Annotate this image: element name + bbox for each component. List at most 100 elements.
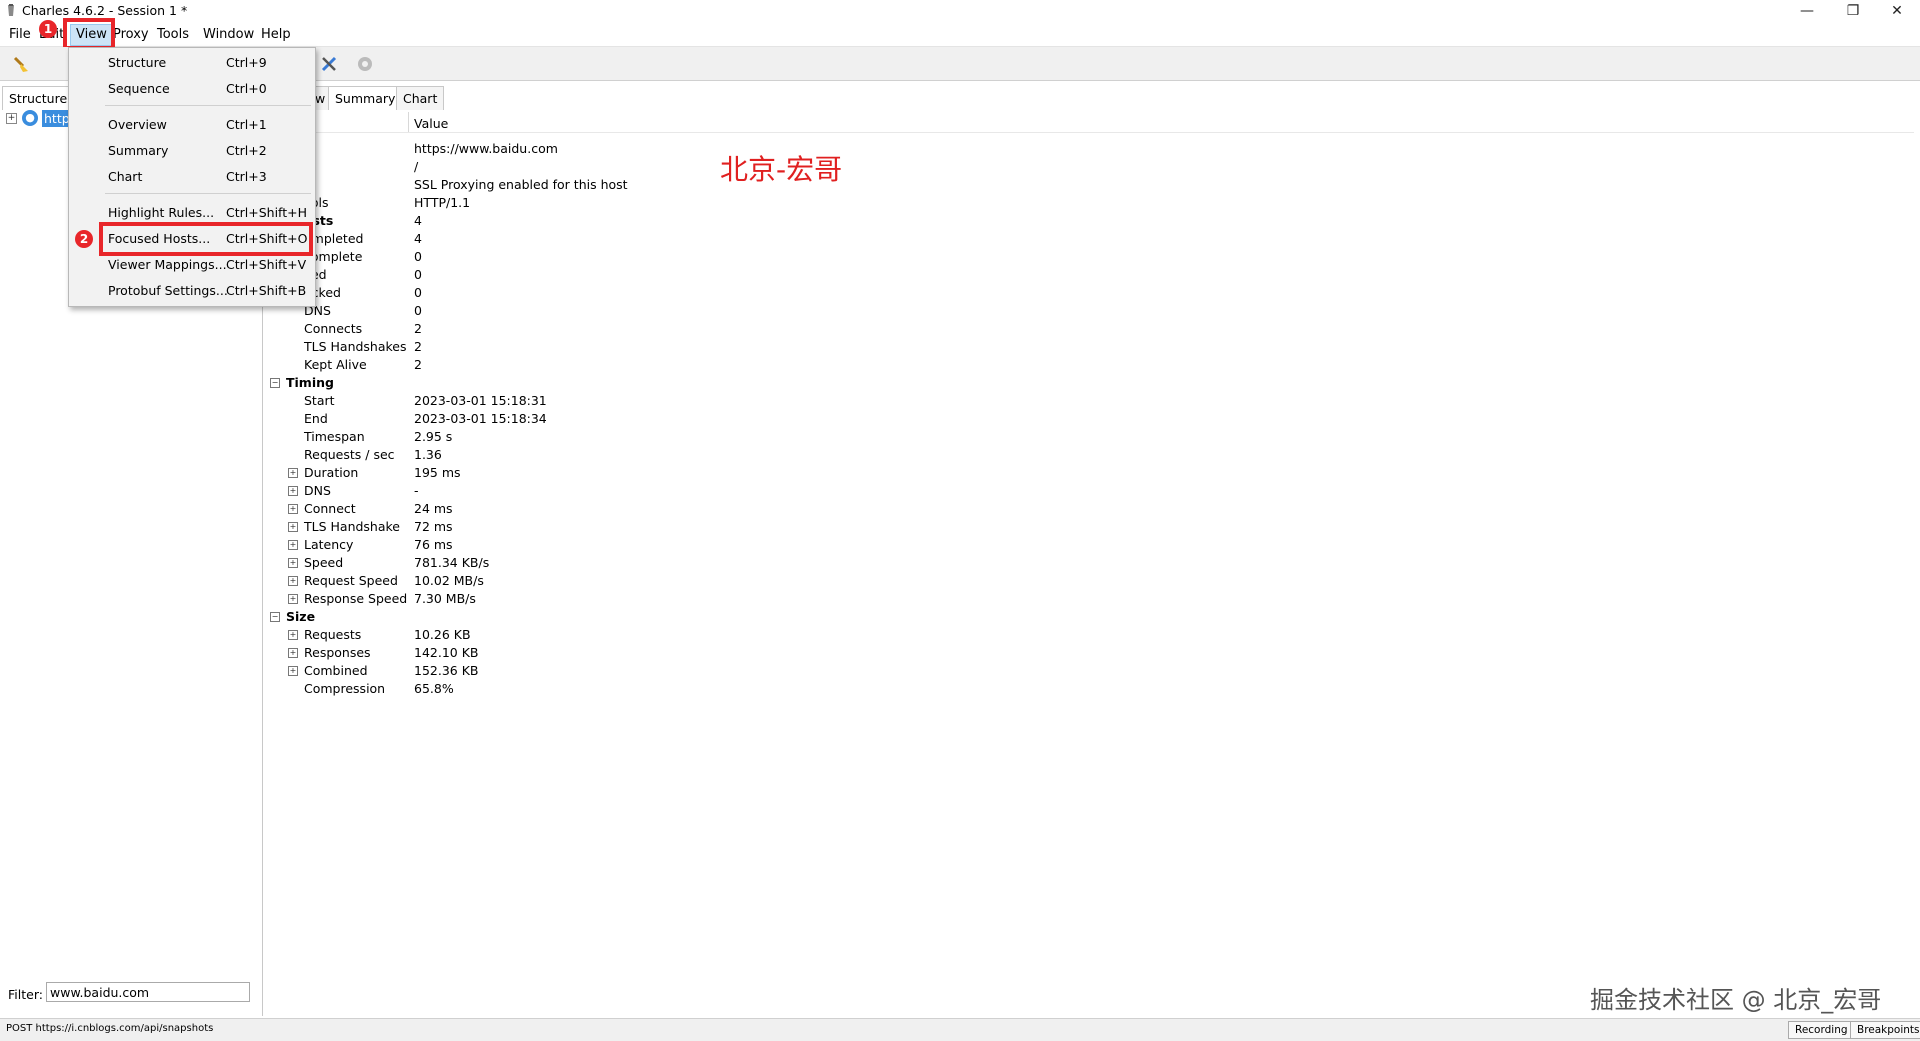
filter-input[interactable] xyxy=(46,982,250,1002)
row-value: 2 xyxy=(414,357,422,372)
table-row[interactable]: Timespan 2.95 s xyxy=(264,429,1164,447)
expand-icon[interactable]: + xyxy=(288,576,298,586)
header-value: Value xyxy=(414,116,449,131)
row-value: HTTP/1.1 xyxy=(414,195,471,210)
row-value: 152.36 KB xyxy=(414,663,479,678)
table-row[interactable]: − Timing xyxy=(264,375,1164,393)
menu-file[interactable]: File xyxy=(4,24,36,46)
table-row[interactable]: ocked 0 xyxy=(264,285,1164,303)
table-row[interactable]: ompleted 4 xyxy=(264,231,1164,249)
row-value: 0 xyxy=(414,303,422,318)
menu-item-viewer-mappings[interactable]: Viewer Mappings... Ctrl+Shift+V xyxy=(70,253,314,277)
restore-icon[interactable]: ❐ xyxy=(1830,0,1876,22)
table-row[interactable]: + Duration 195 ms xyxy=(264,465,1164,483)
table-row[interactable]: / xyxy=(264,159,1164,177)
menu-item-structure[interactable]: Structure Ctrl+9 xyxy=(70,51,314,75)
table-row[interactable]: Requests / sec 1.36 xyxy=(264,447,1164,465)
close-icon[interactable]: ✕ xyxy=(1874,0,1920,22)
expand-icon[interactable]: + xyxy=(288,486,298,496)
expand-icon[interactable]: + xyxy=(288,558,298,568)
table-row[interactable]: sSSL Proxying enabled for this host xyxy=(264,177,1164,195)
menu-item-shortcut: Ctrl+9 xyxy=(226,55,267,70)
menu-help[interactable]: Help xyxy=(256,24,296,46)
menu-window[interactable]: Window xyxy=(198,24,259,46)
window-title: Charles 4.6.2 - Session 1 * xyxy=(22,3,188,18)
expand-icon[interactable]: + xyxy=(288,468,298,478)
row-value: 65.8% xyxy=(414,681,454,696)
table-row[interactable]: + Responses 142.10 KB xyxy=(264,645,1164,663)
row-name: Connects xyxy=(304,321,363,336)
table-row[interactable]: ests 4 xyxy=(264,213,1164,231)
table-row[interactable]: + Connect 24 ms xyxy=(264,501,1164,519)
menu-tools[interactable]: Tools xyxy=(152,24,194,46)
row-value: 2023-03-01 15:18:34 xyxy=(414,411,547,426)
broom-icon[interactable] xyxy=(10,53,32,75)
watermark-bottom: 掘金技术社区 @ 北京_宏哥 xyxy=(1590,986,1882,1014)
tab-summary[interactable]: Summary xyxy=(328,86,403,110)
table-row[interactable]: cols HTTP/1.1 xyxy=(264,195,1164,213)
table-row[interactable]: Connects 2 xyxy=(264,321,1164,339)
menu-separator xyxy=(105,105,311,106)
settings-gear-icon[interactable] xyxy=(354,53,376,75)
collapse-icon[interactable]: − xyxy=(270,612,280,622)
annotation-badge-2: 2 xyxy=(75,230,93,248)
expand-icon[interactable]: + xyxy=(6,113,17,124)
minimize-icon[interactable]: — xyxy=(1784,0,1830,22)
row-name: Requests xyxy=(304,627,362,642)
expand-icon[interactable]: + xyxy=(288,594,298,604)
menu-item-shortcut: Ctrl+Shift+V xyxy=(226,257,307,272)
menu-item-protobuf-settings[interactable]: Protobuf Settings... Ctrl+Shift+B xyxy=(70,279,314,303)
tab-structure[interactable]: Structure xyxy=(2,86,75,110)
tab-chart[interactable]: Chart xyxy=(396,86,445,110)
table-row[interactable]: + Latency 76 ms xyxy=(264,537,1164,555)
row-name: Speed xyxy=(304,555,344,570)
menu-item-chart[interactable]: Chart Ctrl+3 xyxy=(70,165,314,189)
menu-item-summary[interactable]: Summary Ctrl+2 xyxy=(70,139,314,163)
table-row[interactable]: Kept Alive 2 xyxy=(264,357,1164,375)
column-divider[interactable] xyxy=(408,112,409,132)
table-row[interactable]: + Speed 781.34 KB/s xyxy=(264,555,1164,573)
row-name: Request Speed xyxy=(304,573,398,588)
table-row[interactable]: Compression 65.8% xyxy=(264,681,1164,699)
table-row[interactable]: End 2023-03-01 15:18:34 xyxy=(264,411,1164,429)
row-value: 10.02 MB/s xyxy=(414,573,484,588)
table-row[interactable]: + Requests 10.26 KB xyxy=(264,627,1164,645)
row-value: 142.10 KB xyxy=(414,645,479,660)
table-row[interactable]: + Request Speed 10.02 MB/s xyxy=(264,573,1164,591)
table-row[interactable]: iled0 xyxy=(264,267,1164,285)
row-name: Start xyxy=(304,393,335,408)
table-row[interactable]: + TLS Handshake 72 ms xyxy=(264,519,1164,537)
table-row[interactable]: https://www.baidu.com xyxy=(264,141,1164,159)
row-value: SSL Proxying enabled for this host xyxy=(414,177,628,192)
table-row[interactable]: Start 2023-03-01 15:18:31 xyxy=(264,393,1164,411)
row-value: 2 xyxy=(414,339,422,354)
tools-icon[interactable] xyxy=(318,53,340,75)
table-row[interactable]: + Combined 152.36 KB xyxy=(264,663,1164,681)
menu-item-overview[interactable]: Overview Ctrl+1 xyxy=(70,113,314,137)
table-row[interactable]: − Size xyxy=(264,609,1164,627)
table-row[interactable]: DNS 0 xyxy=(264,303,1164,321)
row-value: 10.26 KB xyxy=(414,627,471,642)
menu-item-shortcut: Ctrl+1 xyxy=(226,117,267,132)
filter-label: Filter: xyxy=(8,987,43,1002)
annotation-box-focused-hosts xyxy=(99,222,313,256)
expand-icon[interactable]: + xyxy=(288,504,298,514)
row-name: Responses xyxy=(304,645,371,660)
menu-item-sequence[interactable]: Sequence Ctrl+0 xyxy=(70,77,314,101)
expand-icon[interactable]: + xyxy=(288,630,298,640)
table-row[interactable]: complete 0 xyxy=(264,249,1164,267)
table-row[interactable]: + Response Speed 7.30 MB/s xyxy=(264,591,1164,609)
recording-button[interactable]: Recording xyxy=(1788,1021,1855,1039)
menu-item-label: Overview xyxy=(108,117,167,132)
expand-icon[interactable]: + xyxy=(288,540,298,550)
table-row[interactable]: TLS Handshakes 2 xyxy=(264,339,1164,357)
table-row[interactable]: + DNS - xyxy=(264,483,1164,501)
breakpoints-button[interactable]: Breakpoints xyxy=(1850,1021,1920,1039)
expand-icon[interactable]: + xyxy=(288,648,298,658)
collapse-icon[interactable]: − xyxy=(270,378,280,388)
expand-icon[interactable]: + xyxy=(288,666,298,676)
menu-item-label: Chart xyxy=(108,169,143,184)
row-value: 2.95 s xyxy=(414,429,453,444)
row-name: Requests / sec xyxy=(304,447,395,462)
expand-icon[interactable]: + xyxy=(288,522,298,532)
